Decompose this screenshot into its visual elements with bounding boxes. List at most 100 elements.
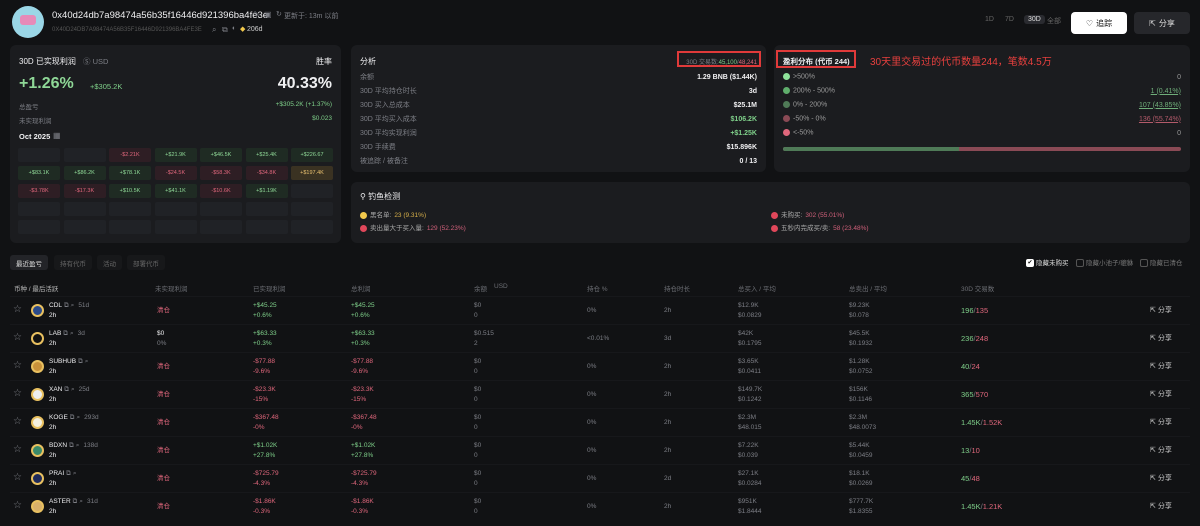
table-row[interactable]: ☆ PRAI ⧉ ⌕ 2h 清仓 -$725.79 -4.3% -$725.79 -4.3% $0 0… [10,464,1190,492]
column-header[interactable]: 总利润 [351,283,371,293]
star-icon[interactable]: ☆ [13,417,22,427]
calendar-day[interactable] [18,202,60,216]
calendar-day[interactable]: +$86.2K [63,166,106,180]
calendar-day[interactable] [200,202,242,216]
table-row[interactable]: ☆ BDXN ⧉ ⌕ 138d 2h 清仓 +$1.02K +27.8% +$1.02K +27.8… [10,436,1190,464]
star-icon[interactable]: ☆ [13,305,22,315]
refresh-icon[interactable]: ↻ [276,10,282,18]
token-name[interactable]: ASTER ⧉ ⌕ 31d [49,497,98,507]
share-button[interactable]: ⇱ 分享 [1150,334,1172,344]
share-button[interactable]: ⇱ 分享 [1150,390,1172,400]
calendar-day[interactable] [245,202,288,216]
star-icon[interactable]: ☆ [13,333,22,343]
distribution-value[interactable]: 1 (0.41%) [1151,88,1181,95]
calendar-day[interactable] [154,202,197,216]
search-icon[interactable]: ⌕ [85,358,89,365]
star-icon[interactable]: ☆ [13,501,22,511]
calendar-day[interactable]: +$83.1K [18,166,60,180]
calendar-day[interactable]: -$34.8K [245,166,288,180]
filter-checkbox[interactable]: 隐藏已清仓 [1140,257,1183,268]
column-header[interactable]: 总卖出 / 平均 [849,283,887,293]
filter-checkbox[interactable]: ✔ 隐藏未购买 [1026,257,1069,268]
calendar-day[interactable]: +$21.9K [154,148,197,162]
calendar-day[interactable] [291,220,333,234]
copy-icon[interactable]: ⧉ [64,302,69,309]
calendar-day[interactable] [18,148,60,162]
share-button[interactable]: ⇱ 分享 [1150,502,1172,512]
distribution-value[interactable]: 107 (43.85%) [1139,102,1181,109]
range-1D[interactable]: 1D [985,16,994,23]
token-name[interactable]: KOGE ⧉ ⌕ 293d [49,413,99,423]
copy-icon[interactable]: ⧉ [70,414,75,421]
calendar-day[interactable]: -$2.21K [109,148,151,162]
calendar-day[interactable] [109,202,151,216]
token-name[interactable]: XAN ⧉ ⌕ 25d [49,385,90,395]
calendar-day[interactable]: +$1.19K [245,184,288,198]
share-button[interactable]: ⇱ 分享 [1150,362,1172,372]
follow-button[interactable]: ♡ 追踪 [1071,12,1127,34]
range-全部[interactable]: 全部 [1047,16,1061,26]
calendar-day[interactable] [63,202,106,216]
tab-3[interactable]: 部署代币 [127,255,165,270]
token-name[interactable]: CDL ⧉ ⌕ 51d [49,301,89,311]
calendar-day[interactable]: +$226.67 [291,148,333,162]
calendar-day[interactable]: +$197.4K [291,166,333,180]
search-icon[interactable]: ⌕ [71,386,75,393]
search-icon[interactable]: ⌕ [212,25,216,35]
copy-icon[interactable]: ⧉ [66,470,71,477]
column-header[interactable]: 未实现利润 [155,283,188,293]
calendar-day[interactable]: -$10.6K [200,184,242,198]
distribution-value[interactable]: 136 (55.74%) [1139,116,1181,123]
calendar-day[interactable]: +$41.1K [154,184,197,198]
calendar-day[interactable]: +$10.5K [109,184,151,198]
token-name[interactable]: PRAI ⧉ ⌕ [49,469,80,479]
calendar-icon[interactable]: ▦ [53,131,61,140]
star-icon[interactable]: ☆ [13,361,22,371]
column-header[interactable]: 持仓 % [587,283,608,293]
calendar-day[interactable]: -$58.3K [200,166,242,180]
column-header[interactable]: USD [494,283,508,290]
token-name[interactable]: SUBHUB ⧉ ⌕ [49,357,92,367]
table-row[interactable]: ☆ XAN ⧉ ⌕ 25d 2h 清仓 -$23.3K -15% -$23.3K -15% $0 0 0%… [10,380,1190,408]
calendar-day[interactable] [291,202,333,216]
usd-toggle[interactable]: Ⓢ USD [83,56,108,67]
search-icon[interactable]: ⌕ [76,414,80,421]
column-header[interactable]: 已实现利润 [253,283,286,293]
table-row[interactable]: ☆ ASTER ⧉ ⌕ 31d 2h 清仓 -$1.86K -0.3% -$1.86K -0.3% $… [10,492,1190,520]
column-header[interactable]: 币种 / 最后活跃 [14,283,58,293]
calendar-day[interactable] [18,220,60,234]
table-row[interactable]: ☆ KOGE ⧉ ⌕ 293d 2h 清仓 -$367.48 -0% -$367.48 -0% $0 0… [10,408,1190,436]
star-icon[interactable]: ☆ [13,389,22,399]
calendar-day[interactable] [200,220,242,234]
range-30D[interactable]: 30D [1024,15,1045,24]
tab-2[interactable]: 活动 [97,255,122,270]
share-button[interactable]: ⇱ 分享 [1150,306,1172,316]
share-button[interactable]: ⇱ 分享 [1150,474,1172,484]
calendar-day[interactable] [245,220,288,234]
tab-0[interactable]: 最近盈亏 [10,255,48,270]
edit-icon[interactable]: ✎ [253,10,260,19]
calendar-day[interactable]: -$3.78K [18,184,60,198]
table-row[interactable]: ☆ CDL ⧉ ⌕ 51d 2h 清仓 +$45.25 +0.6% +$45.25 +0.6% $0 0… [10,296,1190,324]
checkbox-icon[interactable] [1140,259,1148,268]
tab-1[interactable]: 持有代币 [54,255,92,270]
search-icon[interactable]: ⌕ [71,302,75,309]
checkbox-icon[interactable]: ✔ [1026,259,1034,268]
star-icon[interactable]: ☆ [13,445,22,455]
calendar-day[interactable]: +$46.5K [200,148,242,162]
calendar-day[interactable] [291,184,333,198]
search-icon[interactable]: ⌕ [73,470,77,477]
calendar-day[interactable] [63,220,106,234]
calendar-day[interactable] [154,220,197,234]
copy-icon[interactable]: ⧉ [78,358,83,365]
token-name[interactable]: LAB ⧉ ⌕ 3d [49,329,85,339]
filter-checkbox[interactable]: 隐藏小池子/貔貅 [1076,257,1133,268]
copy-icon[interactable]: ⧉ [63,330,68,337]
token-name[interactable]: BDXN ⧉ ⌕ 138d [49,441,98,451]
calendar-day[interactable]: +$78.1K [109,166,151,180]
calendar-day[interactable] [109,220,151,234]
column-header[interactable]: 持仓时长 [664,283,690,293]
share-button[interactable]: ⇱ 分享 [1150,418,1172,428]
copy-icon[interactable]: ⧉ [69,442,74,449]
copy-icon[interactable]: ⧉ [64,386,69,393]
